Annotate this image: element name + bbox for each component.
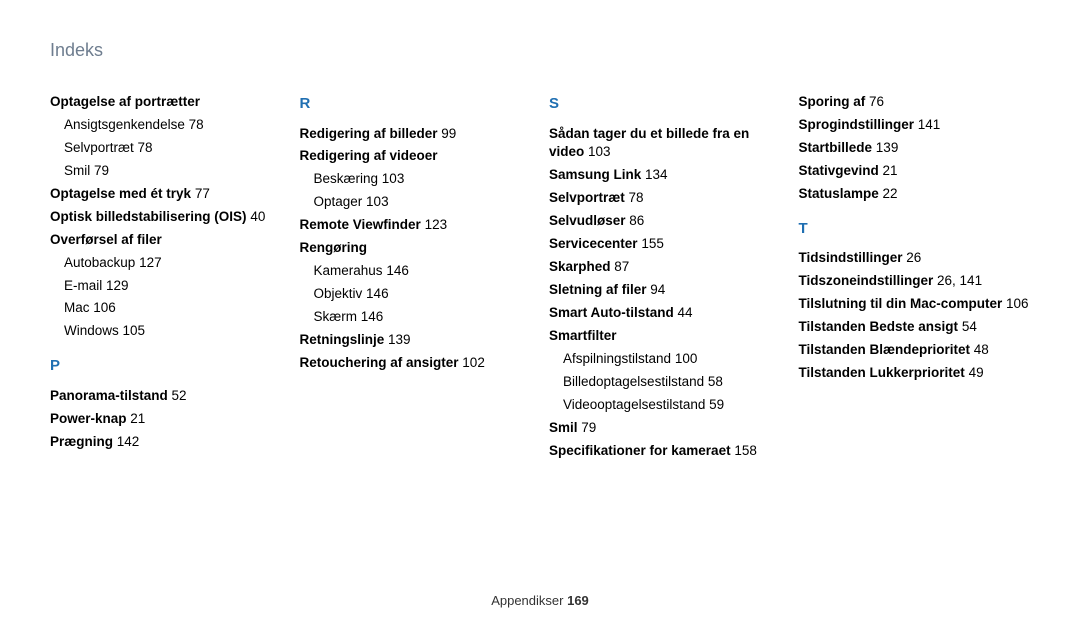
- index-subentry: Windows 105: [50, 320, 282, 343]
- index-entry: Tilstanden Bedste ansigt 54: [799, 316, 1031, 339]
- index-entry: Optisk billedstabilisering (OIS) 40: [50, 206, 282, 229]
- index-entry: Smart Auto-tilstand 44: [549, 302, 781, 325]
- index-subentry: Ansigtsgenkendelse 78: [50, 114, 282, 137]
- index-subentry: Skærm 146: [300, 306, 532, 329]
- index-entry: Selvudløser 86: [549, 210, 781, 233]
- index-entry: Redigering af videoer: [300, 145, 532, 168]
- index-letter-s: S: [549, 91, 781, 117]
- index-letter-t: T: [799, 216, 1031, 242]
- index-entry: Selvportræt 78: [549, 187, 781, 210]
- index-entry: Redigering af billeder 99: [300, 123, 532, 146]
- index-subentry: Beskæring 103: [300, 168, 532, 191]
- index-entry: Overførsel af filer: [50, 229, 282, 252]
- index-entry: Tilstanden Blændeprioritet 48: [799, 339, 1031, 362]
- footer-section: Appendikser: [491, 593, 563, 608]
- index-entry: Optagelse af portrætter: [50, 91, 282, 114]
- index-entry: Sprogindstillinger 141: [799, 114, 1031, 137]
- index-subentry: Selvportræt 78: [50, 137, 282, 160]
- index-entry: Optagelse med ét tryk 77: [50, 183, 282, 206]
- index-subentry: Objektiv 146: [300, 283, 532, 306]
- index-entry: Panorama-tilstand 52: [50, 385, 282, 408]
- index-columns: Optagelse af portrætter Ansigtsgenkendel…: [50, 91, 1030, 463]
- index-subentry: Videooptagelsestilstand 59: [549, 394, 781, 417]
- index-letter-p: P: [50, 353, 282, 379]
- index-subentry: Smil 79: [50, 160, 282, 183]
- index-entry: Samsung Link 134: [549, 164, 781, 187]
- index-entry: Startbillede 139: [799, 137, 1031, 160]
- column-3: S Sådan tager du et billede fra en video…: [549, 91, 781, 463]
- index-subentry: Afspilningstilstand 100: [549, 348, 781, 371]
- column-2: R Redigering af billeder 99 Redigering a…: [300, 91, 532, 463]
- index-entry: Tilslutning til din Mac-computer 106: [799, 293, 1031, 316]
- index-entry: Tidsindstillinger 26: [799, 247, 1031, 270]
- column-4: Sporing af 76 Sprogindstillinger 141 Sta…: [799, 91, 1031, 463]
- page-header: Indeks: [50, 40, 1030, 61]
- index-entry: Statuslampe 22: [799, 183, 1031, 206]
- index-entry: Sporing af 76: [799, 91, 1031, 114]
- index-entry: Specifikationer for kameraet 158: [549, 440, 781, 463]
- index-subentry: Autobackup 127: [50, 252, 282, 275]
- index-subentry: E-mail 129: [50, 275, 282, 298]
- column-1: Optagelse af portrætter Ansigtsgenkendel…: [50, 91, 282, 463]
- index-entry: Skarphed 87: [549, 256, 781, 279]
- index-entry: Retouchering af ansigter 102: [300, 352, 532, 375]
- index-entry: Retningslinje 139: [300, 329, 532, 352]
- index-subentry: Mac 106: [50, 297, 282, 320]
- index-entry: Stativgevind 21: [799, 160, 1031, 183]
- index-entry: Tidszoneindstillinger 26, 141: [799, 270, 1031, 293]
- index-entry: Prægning 142: [50, 431, 282, 454]
- page-footer: Appendikser 169: [0, 593, 1080, 608]
- index-subentry: Billedoptagelsestilstand 58: [549, 371, 781, 394]
- index-entry: Tilstanden Lukkerprioritet 49: [799, 362, 1031, 385]
- index-entry: Servicecenter 155: [549, 233, 781, 256]
- index-page: Indeks Optagelse af portrætter Ansigtsge…: [0, 0, 1080, 630]
- index-entry: Power-knap 21: [50, 408, 282, 431]
- index-letter-r: R: [300, 91, 532, 117]
- index-entry: Smil 79: [549, 417, 781, 440]
- footer-page-number: 169: [567, 593, 589, 608]
- index-entry: Remote Viewfinder 123: [300, 214, 532, 237]
- index-entry: Rengøring: [300, 237, 532, 260]
- index-subentry: Optager 103: [300, 191, 532, 214]
- index-entry: Smartfilter: [549, 325, 781, 348]
- index-subentry: Kamerahus 146: [300, 260, 532, 283]
- index-entry: Sletning af filer 94: [549, 279, 781, 302]
